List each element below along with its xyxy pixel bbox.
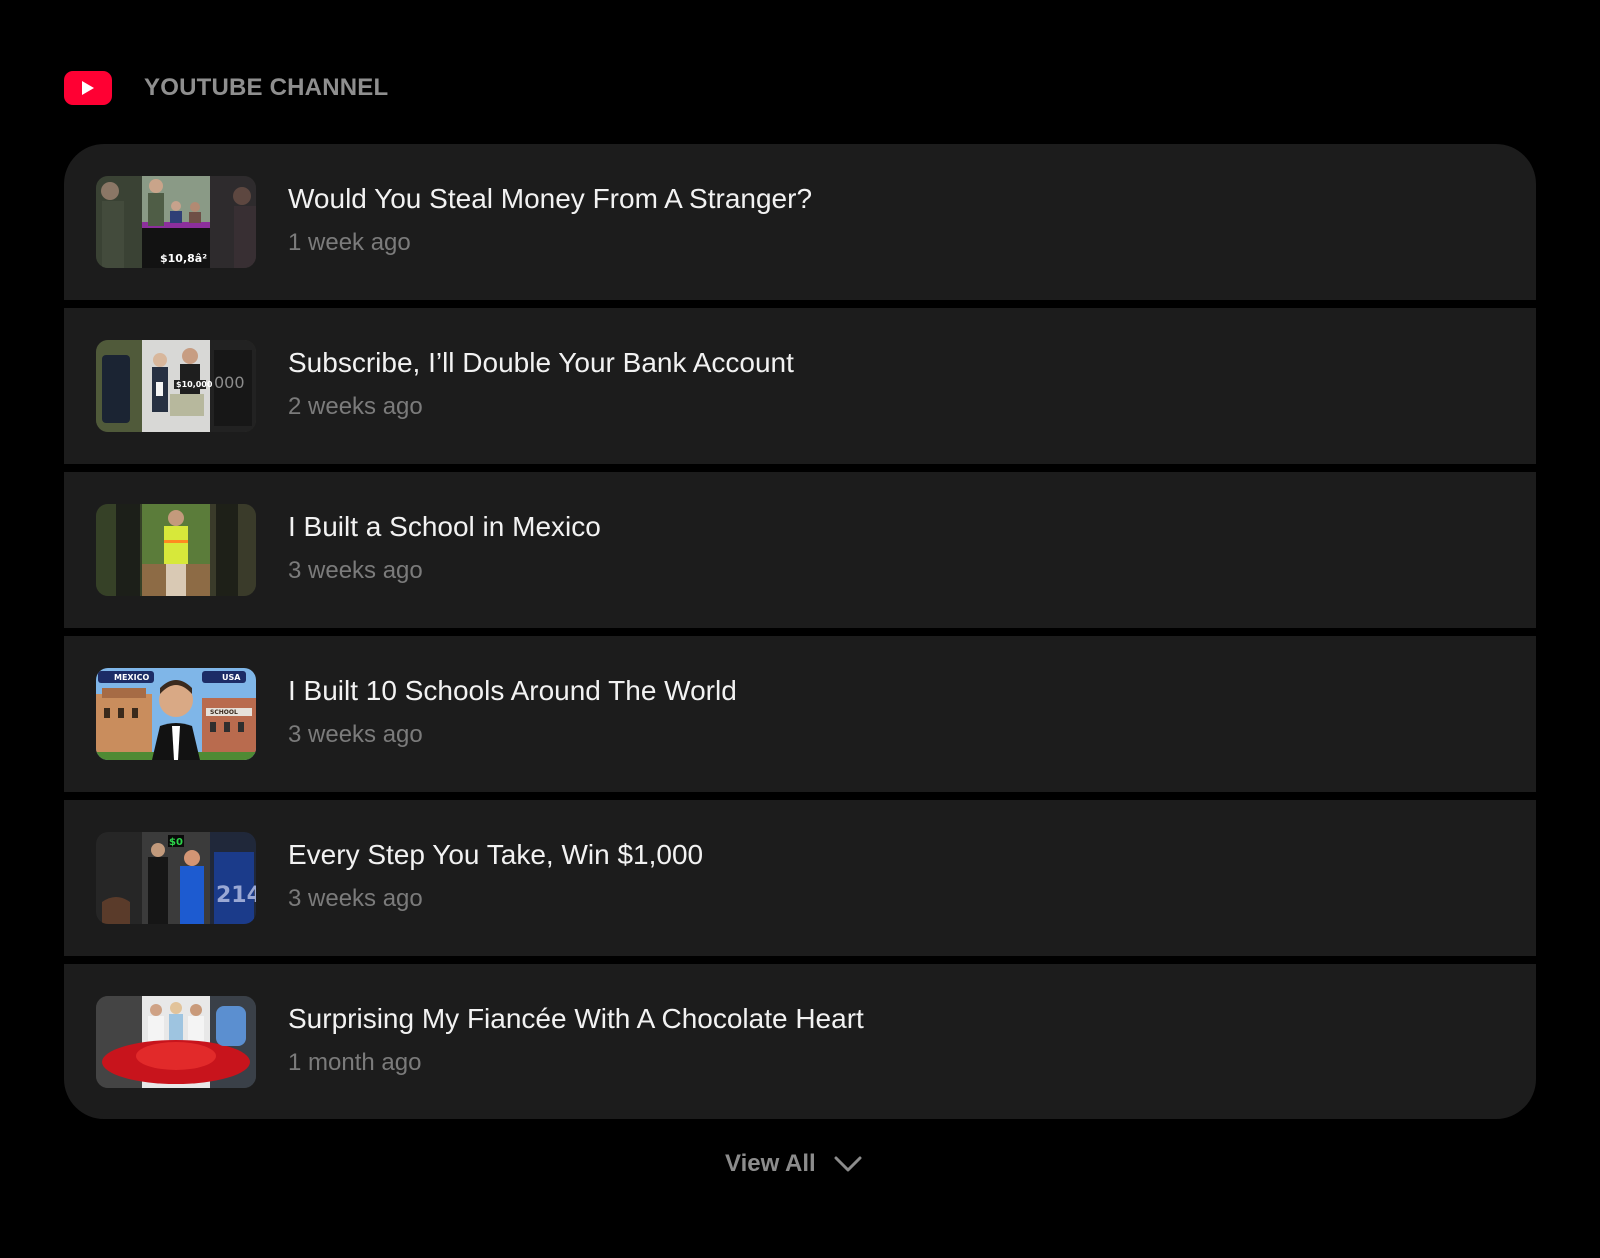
video-thumbnail[interactable]: 214 $0 (96, 832, 256, 924)
video-thumbnail[interactable] (96, 995, 256, 1088)
video-age: 3 weeks ago (288, 557, 423, 584)
video-title[interactable]: Would You Steal Money From A Stranger? (288, 182, 812, 216)
video-text: Would You Steal Money From A Stranger? 1… (288, 182, 812, 258)
page: YOUTUBE CHANNEL $10,8â² Would You Steal … (0, 0, 1600, 1258)
video-item[interactable]: I Built a School in Mexico 3 weeks ago (64, 472, 1536, 628)
video-text: I Built 10 Schools Around The World 3 we… (288, 674, 737, 750)
channel-header: YOUTUBE CHANNEL (64, 70, 388, 106)
video-item[interactable]: MEXICO USA SCHOOL I Built 10 Schools Aro… (64, 636, 1536, 792)
youtube-play-icon (64, 71, 112, 105)
chevron-down-icon (834, 1155, 862, 1173)
video-item[interactable]: 000 $10,000 Subscribe, I’ll Double Your … (64, 308, 1536, 464)
video-item[interactable]: Surprising My Fiancée With A Chocolate H… (64, 964, 1536, 1119)
video-title[interactable]: Subscribe, I’ll Double Your Bank Account (288, 346, 794, 380)
thumbnail-caption: $0 (169, 837, 183, 848)
svg-text:000: 000 (214, 373, 245, 392)
video-item[interactable]: 214 $0 Every Step You Take, Win $1,000 3… (64, 800, 1536, 956)
thumbnail-caption-2: USA (222, 673, 241, 682)
video-text: Surprising My Fiancée With A Chocolate H… (288, 1002, 864, 1078)
video-text: Subscribe, I’ll Double Your Bank Account… (288, 346, 794, 422)
video-text: Every Step You Take, Win $1,000 3 weeks … (288, 838, 703, 914)
video-age: 1 week ago (288, 229, 411, 256)
video-title[interactable]: Every Step You Take, Win $1,000 (288, 838, 703, 872)
thumbnail-caption-2: 214 (216, 883, 256, 908)
video-thumbnail[interactable]: 000 $10,000 (96, 340, 256, 432)
video-title[interactable]: I Built 10 Schools Around The World (288, 674, 737, 708)
video-age: 2 weeks ago (288, 393, 423, 420)
video-title[interactable]: I Built a School in Mexico (288, 510, 601, 544)
view-all-button[interactable]: View All (725, 1146, 862, 1182)
video-age: 3 weeks ago (288, 721, 423, 748)
video-list: $10,8â² Would You Steal Money From A Str… (64, 144, 1536, 1119)
section-title: YOUTUBE CHANNEL (144, 74, 389, 101)
thumbnail-caption: $10,000 (176, 380, 213, 389)
video-item[interactable]: $10,8â² Would You Steal Money From A Str… (64, 144, 1536, 300)
thumbnail-caption-3: SCHOOL (210, 709, 238, 716)
video-age: 1 month ago (288, 1048, 422, 1076)
video-title[interactable]: Surprising My Fiancée With A Chocolate H… (288, 1002, 864, 1036)
video-thumbnail[interactable]: $10,8â² (96, 176, 256, 268)
thumbnail-caption: $10,8â² (160, 252, 207, 265)
view-all-label: View All (725, 1150, 816, 1177)
video-thumbnail[interactable] (96, 504, 256, 596)
video-age: 3 weeks ago (288, 885, 423, 912)
video-thumbnail[interactable]: MEXICO USA SCHOOL (96, 668, 256, 760)
video-text: I Built a School in Mexico 3 weeks ago (288, 510, 601, 586)
thumbnail-caption: MEXICO (114, 673, 149, 682)
